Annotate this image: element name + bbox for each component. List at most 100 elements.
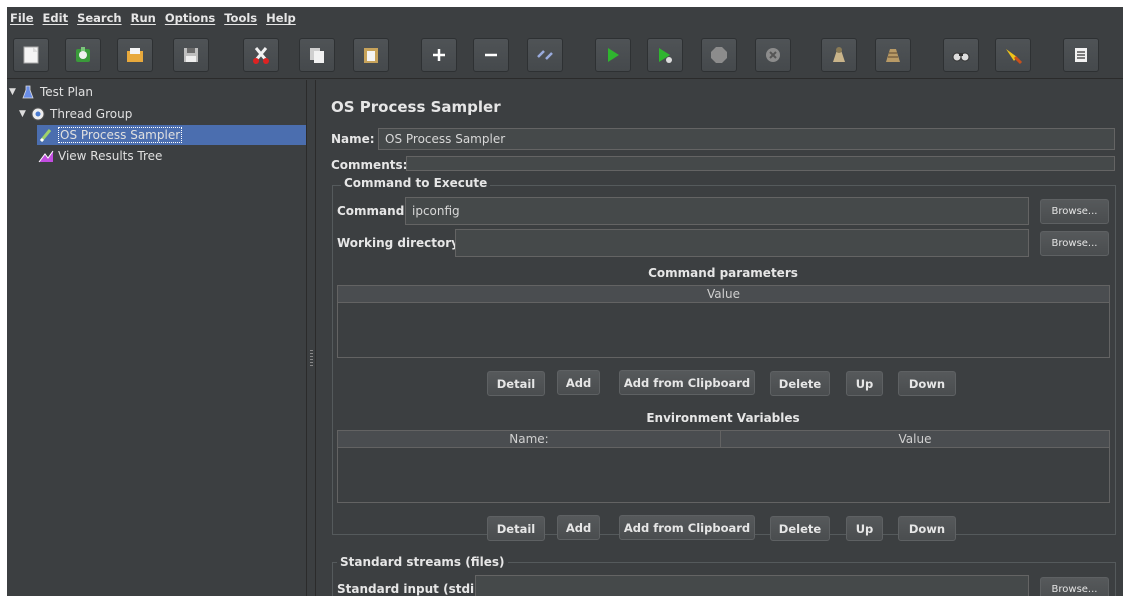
gear-icon [29, 106, 47, 122]
expand-arrow-icon[interactable]: ▼ [19, 109, 29, 119]
tree-item-view-results-tree[interactable]: View Results Tree [37, 146, 162, 166]
menu-help[interactable]: Help [266, 11, 296, 25]
paste-icon [364, 48, 378, 63]
menu-file[interactable]: File [10, 11, 34, 25]
copy-icon [310, 48, 324, 63]
streams-section-title: Standard streams (files) [337, 555, 508, 569]
command-label: Command: [337, 204, 410, 218]
expand-icon [433, 49, 445, 61]
clear-all-icon [886, 49, 900, 62]
comments-field[interactable] [406, 156, 1115, 171]
function-helper-button[interactable] [1063, 38, 1099, 72]
working-directory-field[interactable] [455, 229, 1029, 257]
cut-button[interactable] [243, 38, 279, 72]
expand-arrow-icon[interactable]: ▼ [9, 87, 19, 97]
start-button[interactable] [595, 38, 631, 72]
toggle-icon [537, 50, 553, 60]
environment-variables-table[interactable]: Name: Value [337, 430, 1110, 503]
tree-item-label: Thread Group [50, 107, 133, 121]
stdin-field[interactable] [475, 575, 1029, 596]
stdin-label: Standard input (stdin): [337, 582, 493, 596]
name-column-header[interactable]: Name: [338, 431, 720, 448]
paste-button[interactable] [353, 38, 389, 72]
tree-item-thread-group[interactable]: ▼ Thread Group [19, 104, 132, 124]
environment-variables-title: Environment Variables [646, 411, 800, 425]
value-column-header[interactable]: Value [338, 286, 1109, 303]
graph-icon [37, 148, 55, 164]
tree-item-label: Test Plan [40, 85, 93, 99]
delete-button[interactable]: Delete [770, 371, 830, 396]
reset-search-icon [1006, 49, 1023, 65]
panel-title: OS Process Sampler [331, 98, 501, 116]
toggle-button[interactable] [527, 38, 563, 72]
browse-stdin-button[interactable]: Browse... [1040, 577, 1109, 596]
function-helper-icon [1075, 48, 1087, 62]
menu-tools[interactable]: Tools [224, 11, 257, 25]
new-icon [23, 46, 39, 64]
expand-all-button[interactable] [421, 38, 457, 72]
search-icon [952, 52, 970, 62]
browse-working-directory-button[interactable]: Browse... [1040, 231, 1109, 256]
templates-icon [76, 47, 90, 62]
clear-icon [833, 47, 845, 62]
name-label: Name: [331, 132, 375, 146]
collapse-all-button[interactable] [473, 38, 509, 72]
open-button[interactable] [117, 38, 153, 72]
toolbar [7, 31, 1123, 79]
start-icon [608, 48, 619, 62]
down-button[interactable]: Down [898, 371, 956, 396]
copy-button[interactable] [299, 38, 335, 72]
env-add-from-clipboard-button[interactable]: Add from Clipboard [619, 515, 755, 540]
tree-item-test-plan[interactable]: ▼ Test Plan [9, 82, 93, 102]
env-detail-button[interactable]: Detail [487, 516, 545, 541]
menu-options[interactable]: Options [165, 11, 215, 25]
save-button[interactable] [173, 38, 209, 72]
menu-run[interactable]: Run [131, 11, 156, 25]
templates-button[interactable] [65, 38, 101, 72]
new-button[interactable] [13, 38, 49, 72]
pipette-icon [37, 127, 55, 143]
add-from-clipboard-button[interactable]: Add from Clipboard [619, 370, 755, 395]
env-delete-button[interactable]: Delete [770, 516, 830, 541]
value-column-header[interactable]: Value [720, 431, 1109, 448]
clear-button[interactable] [821, 38, 857, 72]
working-directory-label: Working directory: [337, 236, 464, 250]
up-button[interactable]: Up [846, 371, 883, 396]
tree-item-os-process-sampler[interactable]: OS Process Sampler [37, 125, 307, 145]
jmeter-window: File Edit Search Run Options Tools Help [7, 7, 1123, 596]
add-button[interactable]: Add [557, 370, 600, 395]
save-icon [184, 48, 198, 62]
search-button[interactable] [943, 38, 979, 72]
cut-icon [253, 47, 269, 64]
detail-button[interactable]: Detail [487, 371, 545, 396]
reset-search-button[interactable] [995, 38, 1031, 72]
sampler-panel: OS Process Sampler Name: OS Process Samp… [317, 80, 1123, 596]
collapse-icon [485, 53, 497, 57]
command-parameters-table[interactable]: Value [337, 285, 1110, 358]
browse-command-button[interactable]: Browse... [1040, 199, 1109, 224]
menubar: File Edit Search Run Options Tools Help [7, 7, 1123, 29]
stop-icon [711, 47, 727, 63]
grip-icon[interactable] [310, 350, 313, 366]
shutdown-button[interactable] [755, 38, 791, 72]
split-pane-divider[interactable] [306, 80, 316, 596]
start-no-timers-button[interactable] [647, 38, 683, 72]
shutdown-icon [766, 48, 780, 62]
command-parameters-title: Command parameters [648, 266, 798, 280]
flask-icon [19, 84, 37, 100]
tree-item-label: OS Process Sampler [58, 127, 183, 143]
menu-search[interactable]: Search [77, 11, 122, 25]
comments-label: Comments: [331, 158, 408, 172]
command-field[interactable]: ipconfig [405, 197, 1029, 225]
env-down-button[interactable]: Down [898, 516, 956, 541]
env-up-button[interactable]: Up [846, 516, 883, 541]
env-add-button[interactable]: Add [557, 515, 600, 540]
start-no-timers-icon [659, 48, 672, 63]
name-field[interactable]: OS Process Sampler [378, 128, 1115, 150]
test-plan-tree: ▼ Test Plan ▼ Thread Group OS Process Sa… [7, 80, 307, 596]
menu-edit[interactable]: Edit [43, 11, 69, 25]
command-section-title: Command to Execute [341, 176, 491, 190]
tree-item-label: View Results Tree [58, 149, 163, 163]
stop-button[interactable] [701, 38, 737, 72]
clear-all-button[interactable] [875, 38, 911, 72]
